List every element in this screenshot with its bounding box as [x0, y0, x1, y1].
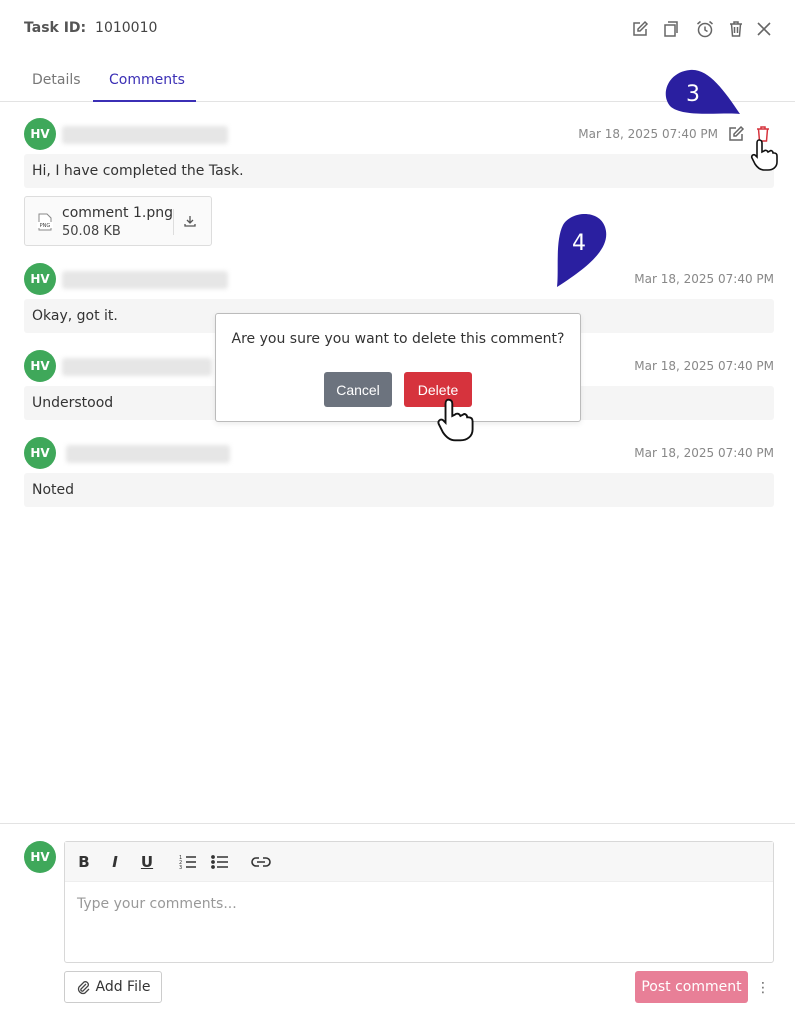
comment-editor[interactable]: B I U 123 Type your comments... — [64, 841, 774, 963]
author-name-blurred — [62, 271, 228, 289]
add-file-label: Add File — [95, 979, 151, 995]
dialog-message: Are you sure you want to delete this com… — [231, 331, 565, 347]
author-name-blurred — [62, 126, 228, 144]
tab-details[interactable]: Details — [32, 72, 81, 88]
more-options-icon[interactable]: ⋮ — [756, 978, 770, 998]
task-title: Task ID: 1010010 — [24, 20, 157, 36]
attachment-filename[interactable]: comment 1.png — [62, 205, 173, 221]
hand-cursor-icon — [750, 139, 778, 171]
link-icon[interactable] — [250, 852, 272, 872]
avatar: HV — [24, 118, 56, 150]
cancel-button[interactable]: Cancel — [324, 372, 392, 407]
step-number-3: 3 — [686, 82, 700, 107]
add-file-button[interactable]: Add File — [64, 971, 162, 1003]
ordered-list-icon[interactable]: 123 — [177, 852, 199, 872]
avatar: HV — [24, 437, 56, 469]
download-icon[interactable] — [183, 213, 201, 231]
italic-icon[interactable]: I — [104, 852, 126, 872]
comment-timestamp: Mar 18, 2025 07:40 PM — [634, 359, 774, 373]
step-marker-3 — [665, 69, 740, 114]
alarm-icon[interactable] — [694, 18, 716, 40]
tab-comments[interactable]: Comments — [109, 72, 185, 88]
attachment-divider — [173, 209, 174, 235]
task-id-value: 1010010 — [95, 20, 158, 36]
post-comment-button[interactable]: Post comment — [635, 971, 748, 1003]
close-icon[interactable] — [753, 18, 775, 40]
trash-icon[interactable] — [725, 18, 747, 40]
avatar: HV — [24, 263, 56, 295]
bold-icon[interactable]: B — [73, 852, 95, 872]
copy-icon[interactable] — [660, 18, 682, 40]
comment-timestamp: Mar 18, 2025 07:40 PM — [634, 272, 774, 286]
author-name-blurred — [62, 358, 212, 376]
comment-text: Noted — [24, 473, 774, 507]
svg-text:PNG: PNG — [40, 223, 51, 229]
bullet-list-icon[interactable] — [209, 852, 231, 872]
comment-input-placeholder[interactable]: Type your comments... — [77, 896, 237, 912]
attachment-card: PNG comment 1.png 50.08 KB — [24, 196, 212, 246]
comment-timestamp: Mar 18, 2025 07:40 PM — [634, 446, 774, 460]
attachment-filesize: 50.08 KB — [62, 224, 121, 239]
active-tab-indicator — [93, 100, 196, 102]
delete-confirm-dialog: Are you sure you want to delete this com… — [215, 313, 581, 422]
author-name-blurred — [66, 445, 230, 463]
hand-cursor-icon — [437, 398, 474, 442]
task-id-label: Task ID: — [24, 20, 87, 36]
composer-avatar: HV — [24, 841, 56, 873]
comment-edit-icon[interactable] — [727, 125, 745, 143]
editor-toolbar: B I U 123 — [65, 842, 773, 882]
edit-icon[interactable] — [629, 18, 651, 40]
comment-timestamp: Mar 18, 2025 07:40 PM — [578, 127, 718, 141]
svg-text:3: 3 — [179, 865, 182, 870]
step-number-4: 4 — [572, 231, 586, 256]
paperclip-icon — [77, 981, 89, 995]
composer-divider — [0, 823, 795, 824]
png-file-icon: PNG — [37, 213, 53, 231]
underline-icon[interactable]: U — [136, 852, 158, 872]
comment-text: Hi, I have completed the Task. — [24, 154, 774, 188]
avatar: HV — [24, 350, 56, 382]
